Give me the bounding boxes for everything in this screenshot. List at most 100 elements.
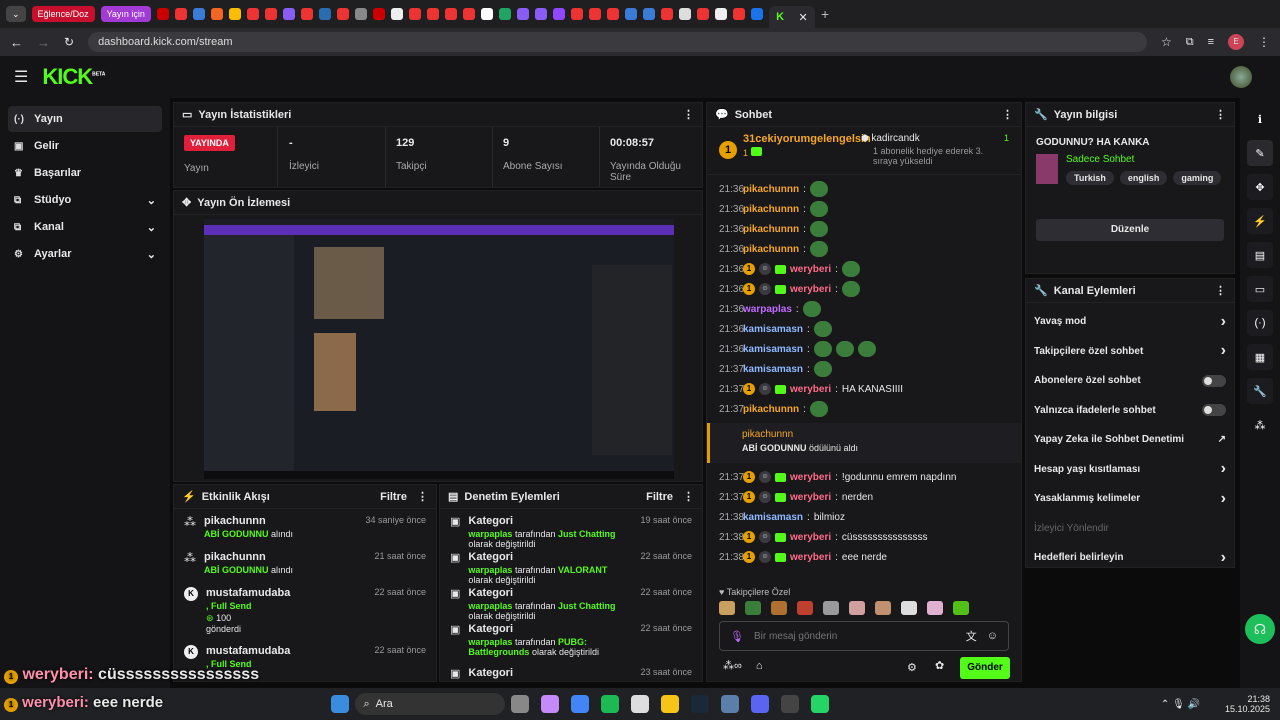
- translate-icon[interactable]: 文: [966, 628, 977, 644]
- sidebar-item-kanal[interactable]: ⧉ Kanal ⌄: [8, 214, 162, 240]
- close-tab-icon[interactable]: ✕: [799, 11, 808, 24]
- emote-settings-icon[interactable]: ✿: [935, 659, 944, 672]
- filter-button[interactable]: Filtre: [380, 491, 407, 503]
- chat-username[interactable]: kamisamasn: [743, 324, 803, 335]
- tab-favicon[interactable]: [354, 8, 367, 20]
- tab-favicon[interactable]: [372, 8, 385, 20]
- more-icon[interactable]: ⋮: [417, 490, 428, 503]
- extensions-icon[interactable]: ⧉: [1186, 36, 1194, 49]
- chat-username[interactable]: kamisamasn: [743, 512, 803, 523]
- chat-username[interactable]: kamisamasn: [743, 344, 803, 355]
- user-avatar[interactable]: [1230, 66, 1252, 88]
- chat-username[interactable]: pikachunnn: [743, 404, 799, 415]
- app-icon[interactable]: [721, 695, 740, 713]
- active-tab[interactable]: K ✕: [768, 6, 815, 28]
- tab-favicon[interactable]: [426, 8, 439, 20]
- tab-favicon[interactable]: [300, 8, 313, 20]
- layout-icon[interactable]: ▦: [1247, 344, 1273, 370]
- info-icon[interactable]: ℹ: [1247, 106, 1273, 132]
- emote-icon[interactable]: [797, 601, 813, 615]
- github-icon[interactable]: [390, 8, 403, 20]
- tab-favicon[interactable]: [750, 8, 763, 20]
- tab-favicon[interactable]: [534, 8, 547, 20]
- broadcast-icon[interactable]: (·): [1247, 310, 1273, 336]
- emote-icon[interactable]: [745, 601, 761, 615]
- channel-action-item[interactable]: Takipçilere özel sohbet ›: [1032, 337, 1228, 367]
- chat-username[interactable]: pikachunnn: [743, 204, 799, 215]
- sidebar-item-yayin[interactable]: (·) Yayın: [8, 106, 162, 132]
- tab-favicon[interactable]: [714, 8, 727, 20]
- url-field[interactable]: dashboard.kick.com/stream: [88, 32, 1147, 52]
- chat-username[interactable]: weryberi: [790, 284, 831, 295]
- discord-icon[interactable]: [751, 695, 770, 713]
- twitch-icon[interactable]: [552, 8, 565, 20]
- tab-favicon[interactable]: [246, 8, 259, 20]
- hamburger-menu-icon[interactable]: ☰: [14, 67, 28, 87]
- reload-icon[interactable]: ↻: [64, 35, 74, 49]
- kick-logo[interactable]: KICKBETA: [42, 64, 105, 90]
- channel-action-item[interactable]: Yapay Zeka ile Sohbet Denetimi ↗: [1032, 425, 1228, 455]
- tab-favicon[interactable]: [264, 8, 277, 20]
- tab-favicon[interactable]: [192, 8, 205, 20]
- tab-favicon[interactable]: [660, 8, 673, 20]
- chat-username[interactable]: pikachunnn: [743, 184, 799, 195]
- chat-username[interactable]: weryberi: [790, 472, 831, 483]
- profile-avatar-icon[interactable]: E: [1228, 34, 1244, 50]
- task-view-icon[interactable]: [511, 695, 530, 713]
- tab-favicon[interactable]: [336, 8, 349, 20]
- chat-username[interactable]: weryberi: [790, 532, 831, 543]
- chat-username[interactable]: weryberi: [790, 264, 831, 275]
- tab-favicon[interactable]: [156, 8, 169, 20]
- spotify-icon[interactable]: [601, 695, 620, 713]
- toggle-switch[interactable]: [1202, 374, 1226, 387]
- tab-search-button[interactable]: ⌄: [6, 6, 26, 22]
- system-tray-icons[interactable]: ⌃ 🎙 🔊: [1161, 699, 1200, 710]
- tab-favicon[interactable]: [210, 8, 223, 20]
- tab-favicon[interactable]: [282, 8, 295, 20]
- tab-favicon[interactable]: [606, 8, 619, 20]
- emote-icon[interactable]: [901, 601, 917, 615]
- chrome-icon[interactable]: [571, 695, 590, 713]
- chat-username[interactable]: weryberi: [790, 384, 831, 395]
- send-button[interactable]: Gönder: [960, 657, 1010, 679]
- channel-action-item[interactable]: Hedefleri belirleyin ›: [1032, 543, 1228, 573]
- channel-action-item[interactable]: Abonelere özel sohbet: [1032, 366, 1228, 396]
- channel-action-item[interactable]: Yavaş mod ›: [1032, 307, 1228, 337]
- emote-icon[interactable]: [823, 601, 839, 615]
- tab-favicon[interactable]: [462, 8, 475, 20]
- tab-favicon[interactable]: [516, 8, 529, 20]
- tab-favicon[interactable]: [642, 8, 655, 20]
- copilot-icon[interactable]: [541, 695, 560, 713]
- back-icon[interactable]: ←: [10, 35, 23, 50]
- more-icon[interactable]: ⋮: [683, 490, 694, 503]
- tab-favicon[interactable]: [174, 8, 187, 20]
- sidebar-item-studyo[interactable]: ⧉ Stüdyo ⌄: [8, 187, 162, 213]
- tab-favicon[interactable]: [228, 8, 241, 20]
- whatsapp-icon[interactable]: [811, 695, 830, 713]
- reading-list-icon[interactable]: ≡: [1208, 36, 1214, 48]
- tab-favicon[interactable]: [678, 8, 691, 20]
- sidebar-item-gelir[interactable]: ▣ Gelir: [8, 133, 162, 159]
- tab-favicon[interactable]: [318, 8, 331, 20]
- tab-group-eglence[interactable]: Eğlence/Doz: [31, 6, 95, 22]
- tab-favicon[interactable]: [570, 8, 583, 20]
- tab-favicon[interactable]: [480, 8, 493, 20]
- channel-action-item[interactable]: Yasaklanmış kelimeler ›: [1032, 484, 1228, 514]
- tab-favicon[interactable]: [696, 8, 709, 20]
- pencil-icon[interactable]: ✎: [1247, 140, 1273, 166]
- filter-button[interactable]: Filtre: [646, 491, 673, 503]
- tab-favicon[interactable]: [444, 8, 457, 20]
- emote-icon[interactable]: [719, 601, 735, 615]
- more-icon[interactable]: ⋮: [1002, 108, 1013, 121]
- clock[interactable]: 21:38 15.10.2025: [1210, 694, 1270, 714]
- edit-button[interactable]: Düzenle: [1036, 219, 1224, 241]
- bookmark-star-icon[interactable]: ☆: [1161, 35, 1172, 49]
- chat-username[interactable]: pikachunnn: [743, 224, 799, 235]
- chat-input-box[interactable]: 🎙 文 ☺: [719, 621, 1009, 651]
- tab-favicon[interactable]: [732, 8, 745, 20]
- menu-kebab-icon[interactable]: ⋮: [1258, 35, 1270, 49]
- tab-favicon[interactable]: [588, 8, 601, 20]
- support-headset-icon[interactable]: ☊: [1245, 614, 1275, 644]
- obs-icon[interactable]: [781, 695, 800, 713]
- emote-icon[interactable]: [771, 601, 787, 615]
